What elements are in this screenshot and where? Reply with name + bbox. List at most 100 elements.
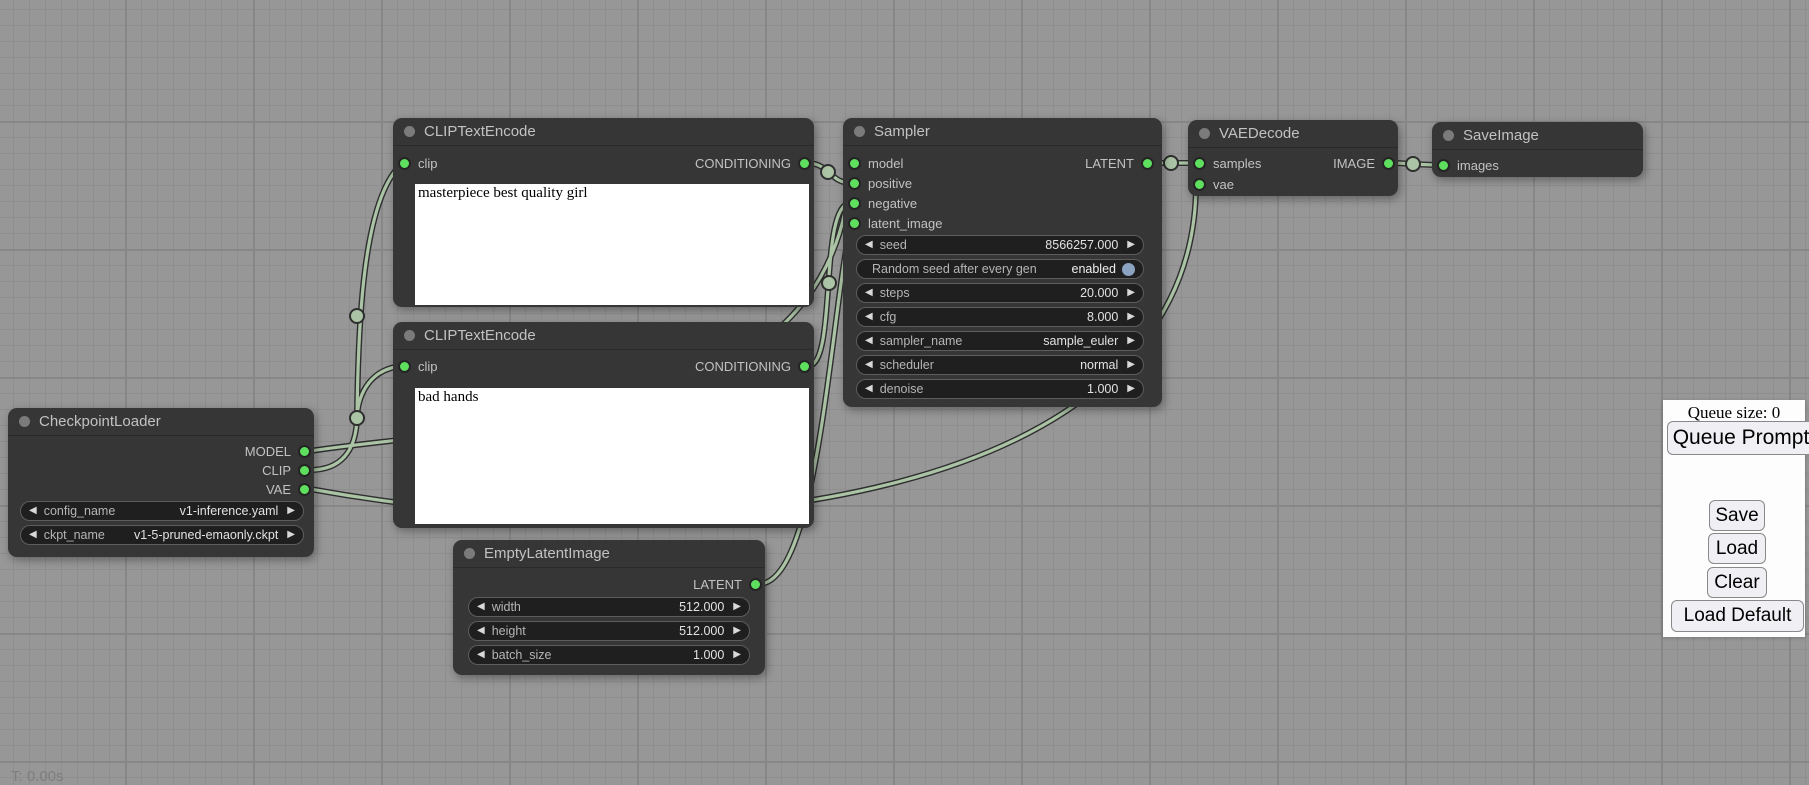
- collapse-dot-icon[interactable]: [854, 126, 865, 137]
- node-title: VAEDecode: [1219, 125, 1300, 142]
- input-port-icon[interactable]: [398, 157, 411, 170]
- input-slot-images[interactable]: images: [1437, 156, 1499, 174]
- output-slot-latent[interactable]: LATENT: [693, 575, 762, 593]
- widget-random-seed-toggle[interactable]: Random seed after every gen enabled: [856, 259, 1144, 279]
- output-port-icon[interactable]: [1141, 157, 1154, 170]
- input-slot-samples[interactable]: samples: [1193, 154, 1261, 172]
- node-title-bar[interactable]: CLIPTextEncode: [393, 322, 814, 350]
- node-title-bar[interactable]: CLIPTextEncode: [393, 118, 814, 146]
- increment-arrow-icon[interactable]: ▶: [287, 506, 295, 516]
- decrement-arrow-icon[interactable]: ◀: [865, 312, 873, 322]
- load-default-button[interactable]: Load Default: [1671, 600, 1804, 632]
- collapse-dot-icon[interactable]: [19, 416, 30, 427]
- widget-height[interactable]: ◀ height 512.000 ▶: [468, 621, 750, 641]
- comfyui-canvas[interactable]: { "nodes": { "checkpoint": { "title": "C…: [0, 0, 1809, 782]
- clear-button[interactable]: Clear: [1707, 567, 1767, 598]
- output-port-icon[interactable]: [298, 464, 311, 477]
- node-title-bar[interactable]: SaveImage: [1432, 122, 1643, 150]
- input-port-icon[interactable]: [1193, 178, 1206, 191]
- node-clip-text-encode-positive[interactable]: CLIPTextEncode clip CONDITIONING masterp…: [393, 118, 814, 307]
- output-port-icon[interactable]: [798, 360, 811, 373]
- node-title-bar[interactable]: EmptyLatentImage: [453, 540, 765, 568]
- node-save-image[interactable]: SaveImage images: [1432, 122, 1643, 177]
- increment-arrow-icon[interactable]: ▶: [1127, 336, 1135, 346]
- node-checkpoint-loader[interactable]: CheckpointLoader MODEL CLIP VAE ◀ config…: [8, 408, 314, 557]
- widget-config-name[interactable]: ◀ config_name v1-inference.yaml ▶: [20, 501, 304, 521]
- input-port-icon[interactable]: [848, 177, 861, 190]
- widget-steps[interactable]: ◀ steps 20.000 ▶: [856, 283, 1144, 303]
- collapse-dot-icon[interactable]: [1199, 128, 1210, 139]
- widget-scheduler[interactable]: ◀ scheduler normal ▶: [856, 355, 1144, 375]
- positive-prompt-textarea[interactable]: masterpiece best quality girl: [415, 184, 809, 305]
- node-clip-text-encode-negative[interactable]: CLIPTextEncode clip CONDITIONING bad han…: [393, 322, 814, 528]
- collapse-dot-icon[interactable]: [464, 548, 475, 559]
- decrement-arrow-icon[interactable]: ◀: [29, 506, 37, 516]
- decrement-arrow-icon[interactable]: ◀: [865, 240, 873, 250]
- input-slot-clip[interactable]: clip: [398, 154, 438, 172]
- decrement-arrow-icon[interactable]: ◀: [477, 602, 485, 612]
- node-title-bar[interactable]: VAEDecode: [1188, 120, 1398, 148]
- decrement-arrow-icon[interactable]: ◀: [865, 384, 873, 394]
- increment-arrow-icon[interactable]: ▶: [1127, 312, 1135, 322]
- input-port-icon[interactable]: [848, 157, 861, 170]
- decrement-arrow-icon[interactable]: ◀: [865, 360, 873, 370]
- decrement-arrow-icon[interactable]: ◀: [477, 650, 485, 660]
- collapse-dot-icon[interactable]: [1443, 130, 1454, 141]
- widget-seed[interactable]: ◀ seed 8566257.000 ▶: [856, 235, 1144, 255]
- collapse-dot-icon[interactable]: [404, 330, 415, 341]
- output-slot-image[interactable]: IMAGE: [1333, 154, 1395, 172]
- load-button[interactable]: Load: [1708, 533, 1766, 564]
- queue-prompt-button[interactable]: Queue Prompt: [1667, 421, 1809, 455]
- node-title-bar[interactable]: Sampler: [843, 118, 1162, 146]
- increment-arrow-icon[interactable]: ▶: [733, 602, 741, 612]
- input-slot-negative[interactable]: negative: [848, 194, 917, 212]
- increment-arrow-icon[interactable]: ▶: [287, 530, 295, 540]
- increment-arrow-icon[interactable]: ▶: [1127, 240, 1135, 250]
- output-slot-conditioning[interactable]: CONDITIONING: [695, 357, 811, 375]
- input-port-icon[interactable]: [1437, 159, 1450, 172]
- collapse-dot-icon[interactable]: [404, 126, 415, 137]
- input-port-icon[interactable]: [398, 360, 411, 373]
- node-sampler[interactable]: Sampler model positive negative latent_i…: [843, 118, 1162, 407]
- widget-denoise[interactable]: ◀ denoise 1.000 ▶: [856, 379, 1144, 399]
- output-port-icon[interactable]: [1382, 157, 1395, 170]
- decrement-arrow-icon[interactable]: ◀: [477, 626, 485, 636]
- negative-prompt-textarea[interactable]: bad hands: [415, 388, 809, 524]
- output-port-icon[interactable]: [298, 483, 311, 496]
- input-slot-latent-image[interactable]: latent_image: [848, 214, 942, 232]
- increment-arrow-icon[interactable]: ▶: [733, 650, 741, 660]
- save-button[interactable]: Save: [1709, 500, 1765, 531]
- toggle-dot-icon[interactable]: [1122, 263, 1135, 276]
- output-port-icon[interactable]: [298, 445, 311, 458]
- node-vae-decode[interactable]: VAEDecode samples vae IMAGE: [1188, 120, 1398, 196]
- output-port-icon[interactable]: [749, 578, 762, 591]
- increment-arrow-icon[interactable]: ▶: [1127, 384, 1135, 394]
- input-port-icon[interactable]: [1193, 157, 1206, 170]
- increment-arrow-icon[interactable]: ▶: [733, 626, 741, 636]
- widget-batch-size[interactable]: ◀ batch_size 1.000 ▶: [468, 645, 750, 665]
- input-port-icon[interactable]: [848, 217, 861, 230]
- widget-width[interactable]: ◀ width 512.000 ▶: [468, 597, 750, 617]
- widget-cfg[interactable]: ◀ cfg 8.000 ▶: [856, 307, 1144, 327]
- output-slot-vae[interactable]: VAE: [266, 480, 311, 498]
- input-slot-model[interactable]: model: [848, 154, 903, 172]
- widget-label: height: [492, 624, 526, 638]
- input-slot-clip[interactable]: clip: [398, 357, 438, 375]
- node-title-bar[interactable]: CheckpointLoader: [8, 408, 314, 436]
- widget-sampler-name[interactable]: ◀ sampler_name sample_euler ▶: [856, 331, 1144, 351]
- output-slot-clip[interactable]: CLIP: [262, 461, 311, 479]
- output-port-icon[interactable]: [798, 157, 811, 170]
- decrement-arrow-icon[interactable]: ◀: [865, 336, 873, 346]
- input-port-icon[interactable]: [848, 197, 861, 210]
- output-slot-model[interactable]: MODEL: [245, 442, 311, 460]
- node-empty-latent-image[interactable]: EmptyLatentImage LATENT ◀ width 512.000 …: [453, 540, 765, 675]
- input-slot-vae[interactable]: vae: [1193, 175, 1234, 193]
- decrement-arrow-icon[interactable]: ◀: [865, 288, 873, 298]
- widget-ckpt-name[interactable]: ◀ ckpt_name v1-5-pruned-emaonly.ckpt ▶: [20, 525, 304, 545]
- output-slot-latent[interactable]: LATENT: [1085, 154, 1154, 172]
- increment-arrow-icon[interactable]: ▶: [1127, 288, 1135, 298]
- increment-arrow-icon[interactable]: ▶: [1127, 360, 1135, 370]
- output-slot-conditioning[interactable]: CONDITIONING: [695, 154, 811, 172]
- input-slot-positive[interactable]: positive: [848, 174, 912, 192]
- decrement-arrow-icon[interactable]: ◀: [29, 530, 37, 540]
